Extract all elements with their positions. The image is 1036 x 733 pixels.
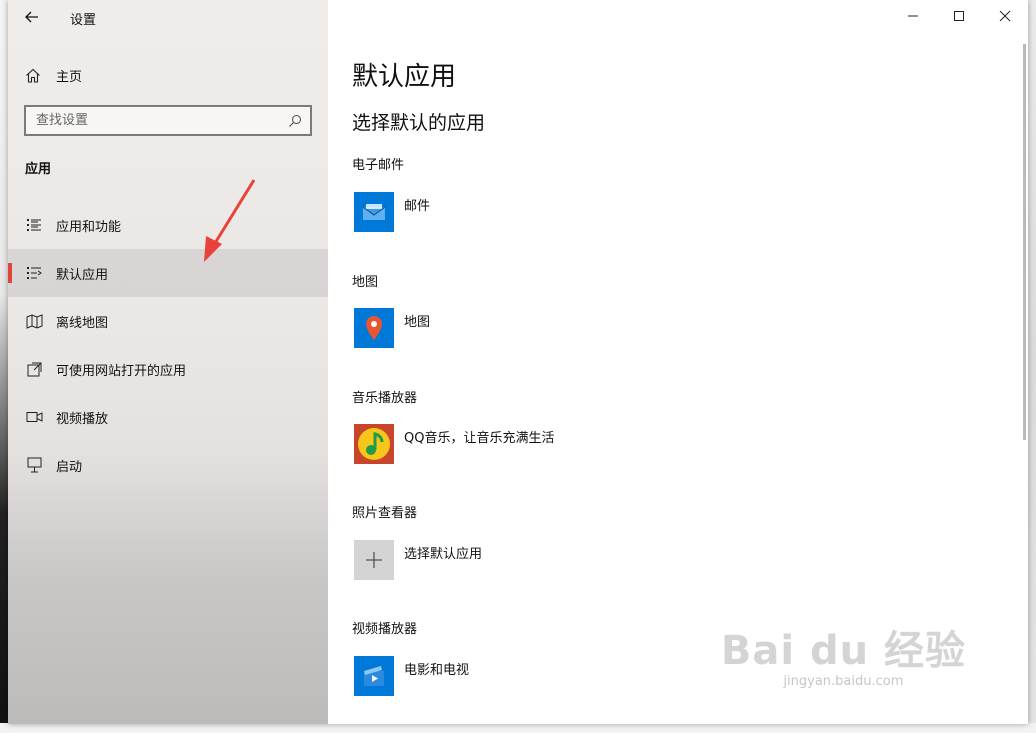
- default-app-name: 地图: [404, 315, 431, 330]
- scrollbar[interactable]: [1023, 44, 1026, 440]
- startup-icon: [25, 457, 43, 473]
- page-title: 默认应用: [352, 62, 457, 92]
- open-in-icon: [25, 362, 43, 377]
- default-app-name: 选择默认应用: [404, 547, 483, 562]
- settings-window: 设置 主页 应用: [8, 0, 1028, 724]
- window-controls: [890, 0, 1028, 32]
- watermark-logo-text: Bai du 经验: [720, 628, 966, 674]
- default-app-name: 电影和电视: [404, 663, 470, 678]
- section-header: 应用: [25, 162, 52, 177]
- sidebar-item-offline-maps[interactable]: 离线地图: [8, 297, 328, 345]
- home-icon: [25, 68, 43, 83]
- window-title: 设置: [70, 13, 97, 28]
- category-label-photos: 照片查看器: [352, 506, 418, 521]
- title-bar-left: 设置: [8, 0, 328, 34]
- back-button[interactable]: [20, 6, 44, 28]
- sidebar-home[interactable]: 主页: [8, 58, 328, 92]
- watermark-url: jingyan.baidu.com: [783, 674, 904, 689]
- default-app-maps[interactable]: 地图: [354, 308, 430, 348]
- qq-music-icon: [354, 424, 394, 464]
- annotation-arrow: [204, 179, 256, 262]
- list-icon: [25, 218, 43, 232]
- sidebar-item-label: 应用和功能: [56, 219, 122, 235]
- sidebar-nav: 应用和功能 默认应用 离线地图 可使用网站打开的应用 视频播放 启动: [8, 201, 328, 489]
- default-app-music[interactable]: QQ音乐，让音乐充满生活: [354, 424, 554, 464]
- sidebar-item-label: 启动: [56, 459, 83, 475]
- desktop-background-bottom: [0, 723, 1036, 733]
- back-arrow-icon: [25, 11, 38, 23]
- search-box[interactable]: [24, 105, 312, 136]
- category-label-maps: 地图: [352, 275, 379, 290]
- page-subtitle: 选择默认的应用: [352, 112, 486, 134]
- minimize-button[interactable]: [890, 0, 936, 32]
- search-input[interactable]: [26, 107, 276, 134]
- mail-icon: [354, 192, 394, 232]
- sidebar-home-label: 主页: [56, 69, 83, 85]
- search-icon[interactable]: [288, 113, 302, 132]
- video-icon: [25, 411, 43, 423]
- baidu-watermark: Bai du 经验 jingyan.baidu.com: [721, 618, 966, 689]
- close-button[interactable]: [982, 0, 1028, 32]
- sidebar-item-label: 可使用网站打开的应用: [56, 363, 187, 379]
- default-apps-icon: [25, 266, 43, 280]
- default-app-name: QQ音乐，让音乐充满生活: [404, 431, 555, 446]
- close-icon: [999, 10, 1011, 22]
- sidebar-item-apps-for-websites[interactable]: 可使用网站打开的应用: [8, 345, 328, 393]
- main-content: 默认应用 选择默认的应用 电子邮件 邮件 地图 地图 音乐播放器 QQ音乐，让音…: [328, 0, 1028, 724]
- sidebar-item-label: 视频播放: [56, 411, 109, 427]
- sidebar: 设置 主页 应用: [8, 0, 328, 724]
- plus-icon: [354, 540, 394, 580]
- sidebar-item-startup[interactable]: 启动: [8, 441, 328, 489]
- minimize-icon: [908, 15, 918, 17]
- maximize-icon: [954, 11, 964, 21]
- sidebar-item-default-apps[interactable]: 默认应用: [8, 249, 328, 297]
- default-app-video[interactable]: 电影和电视: [354, 656, 469, 696]
- default-app-name: 邮件: [404, 199, 431, 214]
- default-app-photos[interactable]: 选择默认应用: [354, 540, 482, 580]
- sidebar-item-label: 默认应用: [56, 267, 109, 283]
- category-label-music: 音乐播放器: [352, 391, 418, 406]
- category-label-email: 电子邮件: [352, 158, 405, 173]
- desktop-background-right: [1028, 0, 1036, 733]
- sidebar-item-label: 离线地图: [56, 315, 109, 331]
- selection-indicator: [8, 263, 12, 283]
- movies-tv-icon: [354, 656, 394, 696]
- maximize-button[interactable]: [936, 0, 982, 32]
- map-icon: [25, 313, 43, 329]
- category-label-video: 视频播放器: [352, 622, 418, 637]
- desktop-background-left: [0, 0, 8, 733]
- default-app-email[interactable]: 邮件: [354, 192, 430, 232]
- sidebar-item-video-playback[interactable]: 视频播放: [8, 393, 328, 441]
- maps-pin-icon: [354, 308, 394, 348]
- sidebar-item-apps-features[interactable]: 应用和功能: [8, 201, 328, 249]
